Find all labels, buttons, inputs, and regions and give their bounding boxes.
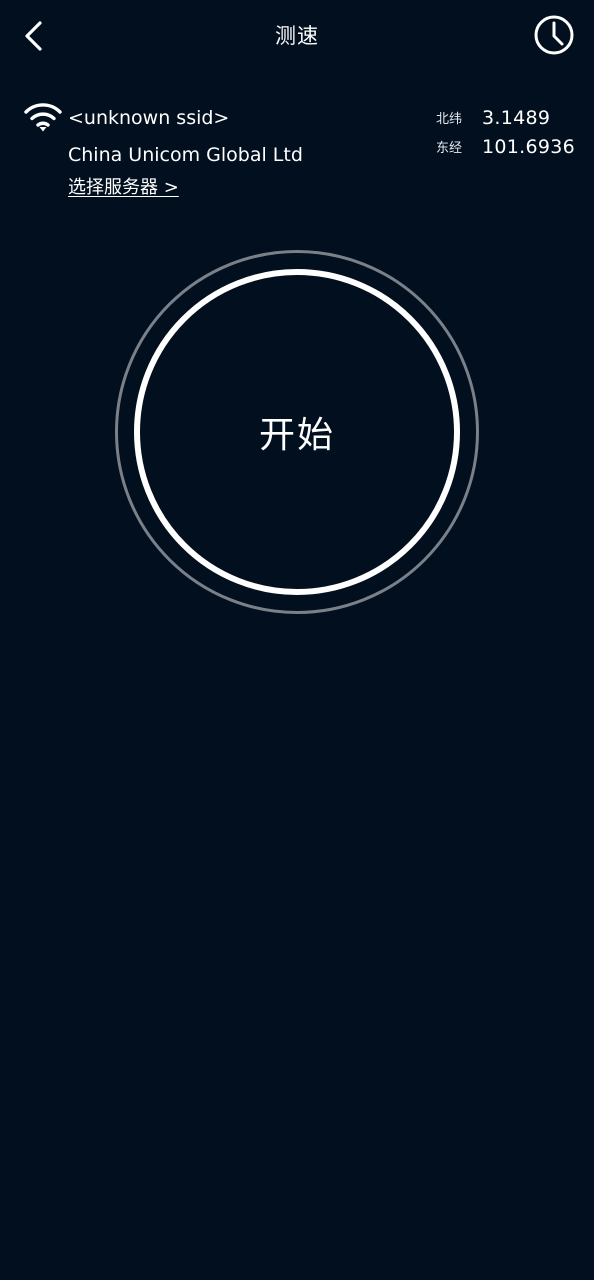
isp-name: China Unicom Global Ltd [68,144,303,166]
top-bar: 测速 [0,0,594,72]
start-label: 开始 [258,415,335,456]
start-control: 开始 [115,250,479,614]
start-button[interactable]: 开始 [134,269,460,595]
latitude-label: 北纬 [436,112,463,127]
select-server-link[interactable]: 选择服务器 > [68,173,179,203]
page-title: 测速 [275,24,319,48]
longitude-label: 东经 [436,141,463,156]
history-button[interactable] [530,11,578,59]
latitude-row: 北纬 3.1489 [436,103,586,132]
clock-icon [534,15,574,55]
latitude-value: 3.1489 [482,106,551,129]
wifi-icon [24,103,62,132]
coordinates: 北纬 3.1489 东经 101.6936 [436,103,586,161]
longitude-value: 101.6936 [482,135,576,158]
ssid-text: <unknown ssid> [68,107,230,129]
longitude-row: 东经 101.6936 [436,132,586,161]
